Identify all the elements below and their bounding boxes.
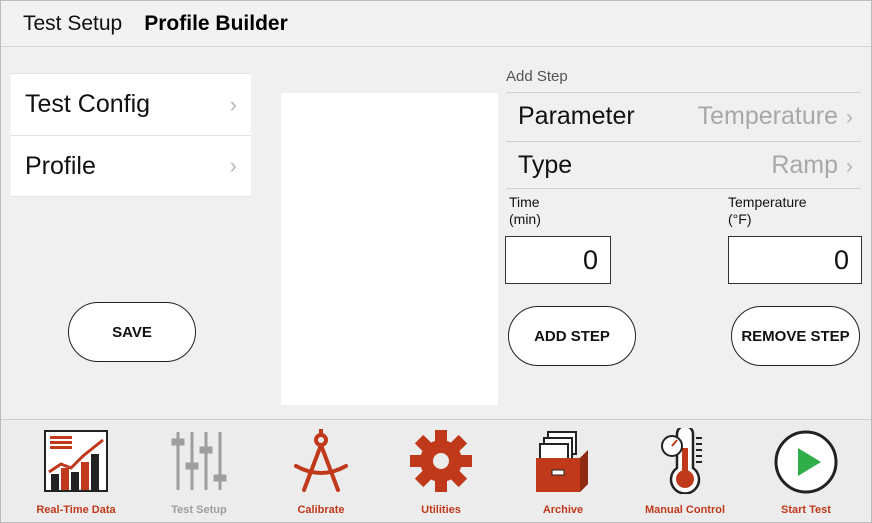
toolbar-calibrate[interactable]: Calibrate xyxy=(271,420,371,523)
sidebar: Test Config › Profile › xyxy=(11,73,251,418)
bottom-toolbar: Real-Time Data Test Setup Calibrate Util… xyxy=(1,419,871,522)
temperature-input[interactable]: 0 xyxy=(728,236,862,284)
toolbar-label: Start Test xyxy=(781,504,831,516)
time-input[interactable]: 0 xyxy=(505,236,611,284)
sidebar-item-label: Test Config xyxy=(25,90,151,118)
header-bar: Test Setup Profile Builder xyxy=(1,1,871,47)
archive-box-icon xyxy=(536,431,588,492)
toolbar-label: Calibrate xyxy=(297,504,345,516)
sidebar-item-label: Profile xyxy=(25,151,96,180)
time-label-line1: Time xyxy=(509,194,540,210)
toolbar-test-setup[interactable]: Test Setup xyxy=(149,420,249,523)
time-label: Time (min) xyxy=(509,194,541,228)
parameter-label: Parameter xyxy=(518,102,635,130)
toolbar-start-test[interactable]: Start Test xyxy=(756,420,856,523)
toolbar-label: Archive xyxy=(542,504,584,516)
temperature-label: Temperature (°F) xyxy=(728,194,807,228)
remove-step-button[interactable]: REMOVE STEP xyxy=(731,306,860,366)
profile-preview-panel xyxy=(281,93,498,405)
toolbar-archive[interactable]: Archive xyxy=(513,420,613,523)
temperature-label-unit: (°F) xyxy=(728,211,752,227)
save-button[interactable]: SAVE xyxy=(68,302,196,362)
chart-icon xyxy=(44,430,108,492)
sidebar-item-profile[interactable]: Profile › xyxy=(11,135,251,197)
gear-icon xyxy=(410,430,472,492)
type-label: Type xyxy=(518,150,573,179)
type-value: Ramp › xyxy=(771,151,853,180)
thermometer-icon xyxy=(661,428,702,494)
page-title: Profile Builder xyxy=(144,11,288,35)
play-icon xyxy=(774,430,838,494)
temperature-label-line1: Temperature xyxy=(728,194,807,210)
toolbar-real-time-data[interactable]: Real-Time Data xyxy=(26,420,126,523)
chevron-right-icon: › xyxy=(846,154,853,178)
sidebar-item-test-config[interactable]: Test Config › xyxy=(11,73,251,135)
type-selector[interactable]: Type Ramp › xyxy=(506,141,861,189)
parameter-selector[interactable]: Parameter Temperature › xyxy=(506,92,861,140)
add-step-button[interactable]: ADD STEP xyxy=(508,306,636,366)
compass-icon xyxy=(294,429,348,492)
toolbar-manual-control[interactable]: Manual Control xyxy=(635,420,735,523)
sliders-icon xyxy=(171,432,227,490)
app-window: Test Setup Profile Builder Test Config ›… xyxy=(0,0,872,523)
toolbar-label: Manual Control xyxy=(644,504,726,516)
chevron-right-icon: › xyxy=(229,153,237,178)
toolbar-label: Test Setup xyxy=(171,504,227,516)
parameter-value-text: Temperature xyxy=(697,102,838,130)
toolbar-utilities[interactable]: Utilities xyxy=(391,420,491,523)
toolbar-label: Utilities xyxy=(421,504,461,516)
time-label-unit: (min) xyxy=(509,211,541,227)
parameter-value: Temperature › xyxy=(698,102,853,131)
breadcrumb[interactable]: Test Setup xyxy=(23,12,122,36)
add-step-heading: Add Step xyxy=(506,68,568,85)
toolbar-label: Real-Time Data xyxy=(36,504,116,516)
chevron-right-icon: › xyxy=(229,91,237,117)
chevron-right-icon: › xyxy=(846,106,853,129)
type-value-text: Ramp xyxy=(771,150,838,179)
